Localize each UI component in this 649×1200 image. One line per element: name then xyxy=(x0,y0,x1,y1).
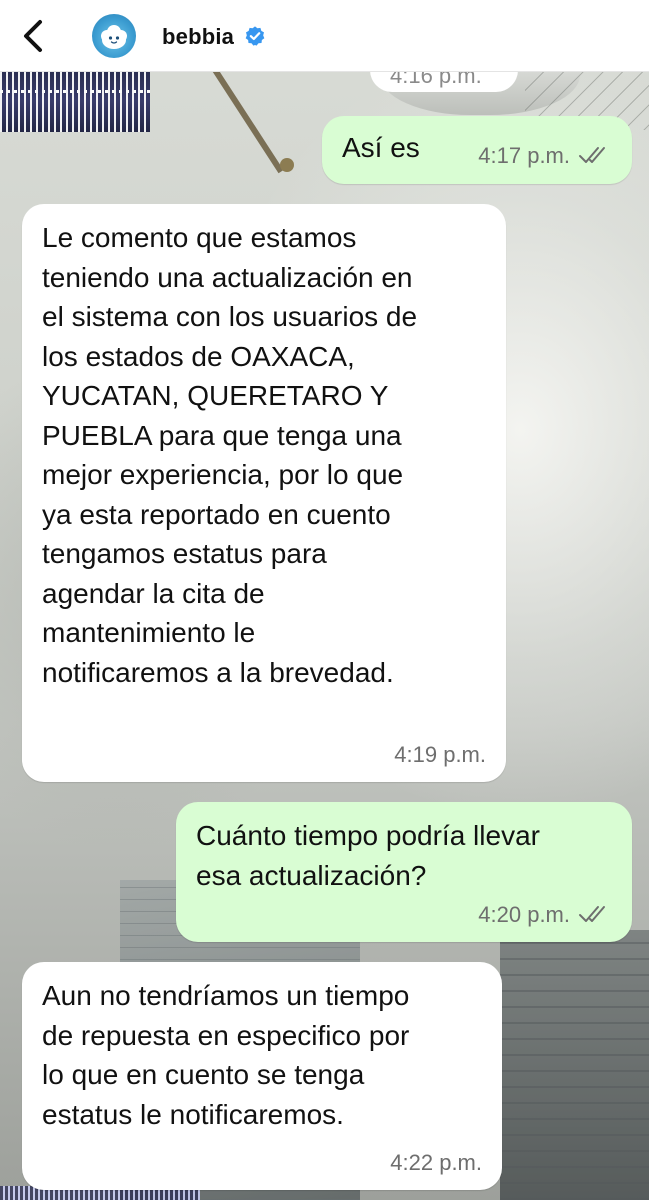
back-button[interactable] xyxy=(14,16,54,56)
avatar[interactable] xyxy=(92,14,136,58)
message-meta: 4:20 p.m. xyxy=(478,895,612,935)
message-meta: 4:17 p.m. xyxy=(478,136,612,176)
message-text: Aun no tendríamos un tiempo de repuesta … xyxy=(42,980,410,1130)
wallpaper-rod-tip xyxy=(280,158,294,172)
message-time: 4:20 p.m. xyxy=(478,901,570,927)
message-text: Así es xyxy=(342,132,420,163)
verified-badge-icon xyxy=(245,26,265,46)
chevron-left-icon xyxy=(24,20,42,52)
contact-name[interactable]: bebbia xyxy=(162,24,234,50)
message-meta: 4:22 p.m. xyxy=(390,1143,482,1183)
double-check-icon xyxy=(579,906,605,923)
message-text: Cuánto tiempo podría llevar esa actualiz… xyxy=(196,820,540,891)
wallpaper-building-right xyxy=(500,930,649,1200)
message-time: 4:22 p.m. xyxy=(390,1149,482,1175)
cloud-mascot-icon xyxy=(101,25,127,49)
chat-header: bebbia xyxy=(0,0,649,72)
message-bubble-incoming[interactable]: Aun no tendríamos un tiempo de repuesta … xyxy=(22,962,502,1190)
wallpaper-rod xyxy=(205,56,284,174)
message-time: 4:19 p.m. xyxy=(394,741,486,767)
message-bubble-outgoing[interactable]: Cuánto tiempo podría llevar esa actualiz… xyxy=(176,802,632,942)
message-text: Le comento que estamos teniendo una actu… xyxy=(42,222,418,688)
wallpaper-city-lights xyxy=(0,70,150,132)
message-time: 4:17 p.m. xyxy=(478,142,570,168)
message-meta: 4:19 p.m. xyxy=(394,735,486,775)
double-check-icon xyxy=(579,147,605,164)
message-bubble-outgoing[interactable]: Así es 4:17 p.m. xyxy=(322,116,632,184)
message-bubble-incoming[interactable]: Le comento que estamos teniendo una actu… xyxy=(22,204,506,782)
